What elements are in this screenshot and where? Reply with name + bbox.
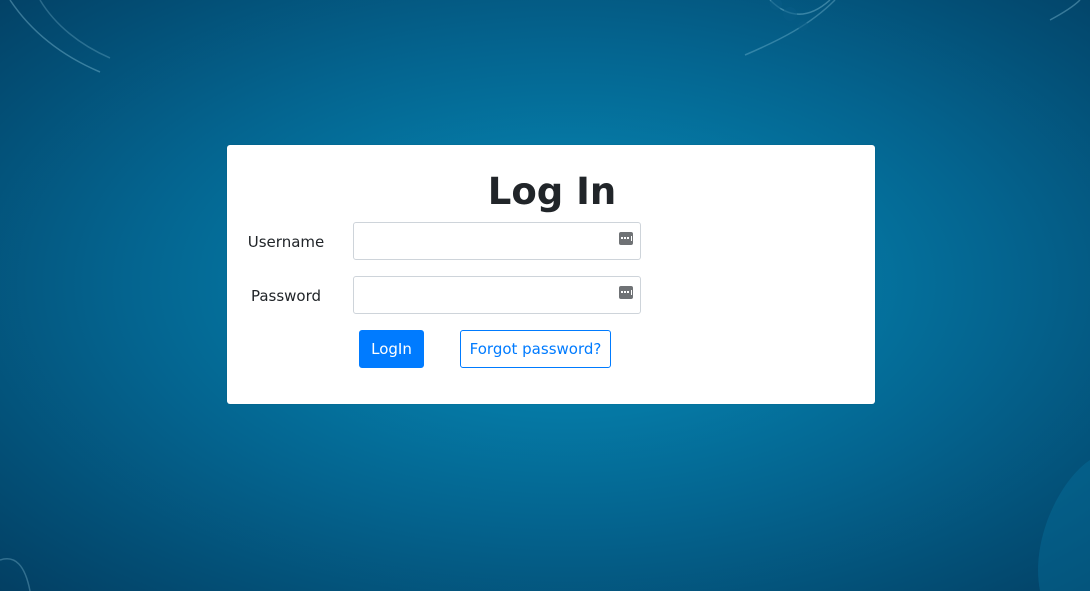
password-manager-key-icon[interactable] xyxy=(619,286,633,299)
username-field[interactable] xyxy=(353,222,641,260)
login-card: Log In Username Password LogIn Forgot pa… xyxy=(227,145,875,404)
username-input[interactable] xyxy=(364,224,614,258)
login-button[interactable]: LogIn xyxy=(359,330,424,368)
password-input[interactable] xyxy=(364,278,614,312)
password-field[interactable] xyxy=(353,276,641,314)
forgot-password-button[interactable]: Forgot password? xyxy=(460,330,611,368)
password-manager-key-icon[interactable] xyxy=(619,232,633,245)
username-label: Username xyxy=(247,233,325,251)
page-title: Log In xyxy=(487,170,617,213)
password-label: Password xyxy=(250,287,322,305)
